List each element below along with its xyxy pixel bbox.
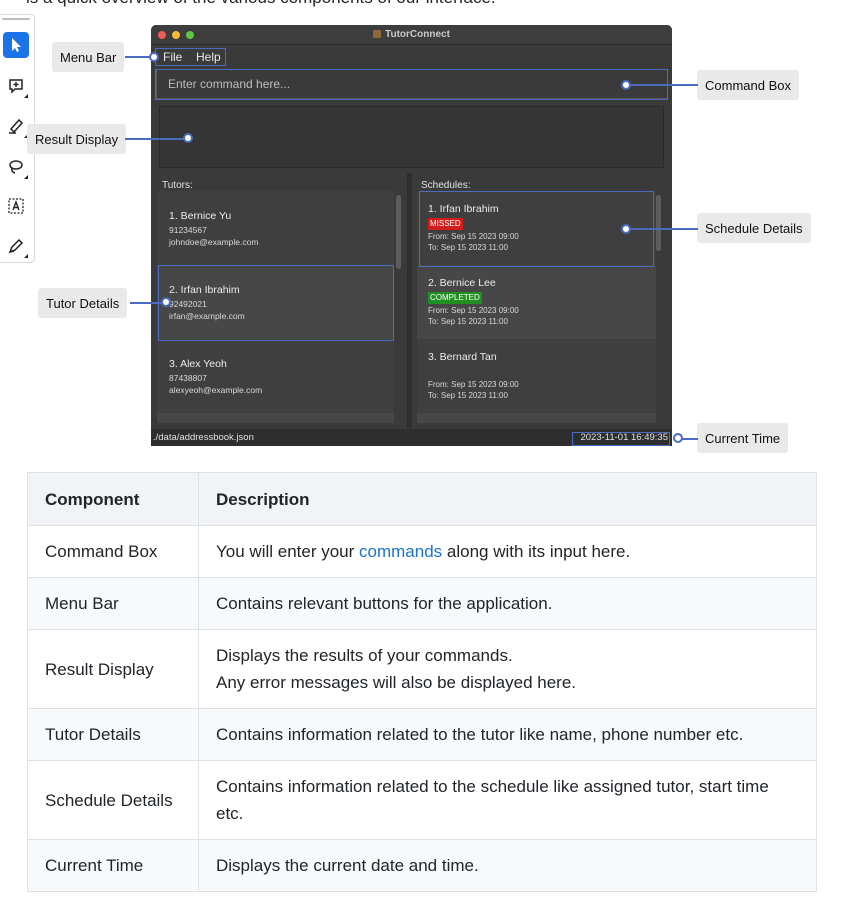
menu-bar: File Help <box>151 46 672 68</box>
callout-connector <box>628 228 698 230</box>
commands-link[interactable]: commands <box>359 542 442 561</box>
component-cell: Command Box <box>27 525 199 578</box>
tutor-email: johndoe@example.com <box>169 237 259 247</box>
description-cell: Contains relevant buttons for the applic… <box>198 577 817 630</box>
toolbar-handle[interactable] <box>2 18 30 20</box>
table-row: Schedule Details Contains information re… <box>27 760 817 840</box>
description-cell: You will enter your commands along with … <box>198 525 817 578</box>
window-title: TutorConnect <box>151 29 672 40</box>
callout-anchor <box>149 52 159 62</box>
description-text: along with its input here. <box>442 542 631 561</box>
description-text: You will enter your <box>216 542 360 561</box>
result-display-callout: Result Display <box>27 124 127 154</box>
table-header-row: Component Description <box>27 472 817 526</box>
table-row: Result Display Displays the results of y… <box>27 629 817 709</box>
table-row: Command Box You will enter your commands… <box>27 525 817 578</box>
tutor-name: 2. Irfan Ibrahim <box>169 284 240 296</box>
component-cell: Tutor Details <box>27 708 199 761</box>
tutor-phone: 92492021 <box>169 299 207 309</box>
component-cell: Result Display <box>27 629 199 709</box>
title-bar: TutorConnect <box>151 25 672 45</box>
status-file-path: ./data/addressbook.json <box>153 432 254 443</box>
panel-divider[interactable] <box>407 173 412 428</box>
status-bar: ./data/addressbook.json 2023-11-01 16:49… <box>151 429 672 446</box>
callout-anchor <box>183 133 193 143</box>
tutor-name: 3. Alex Yeoh <box>169 358 227 370</box>
callout-connector <box>125 138 187 140</box>
tutor-list-scrollbar[interactable] <box>396 195 401 269</box>
column-header-component: Component <box>27 472 199 526</box>
tutor-card[interactable]: 3. Alex Yeoh 87438807 alexyeoh@example.c… <box>157 339 394 413</box>
callout-anchor <box>161 297 171 307</box>
table-row: Current Time Displays the current date a… <box>27 839 817 892</box>
current-time-callout: Current Time <box>697 423 789 453</box>
status-badge: MISSED <box>428 218 463 230</box>
pointer-icon[interactable] <box>3 32 29 58</box>
menu-file[interactable]: File <box>163 50 182 64</box>
schedule-name: 1. Irfan Ibrahim <box>428 203 499 215</box>
intro-text: is a quick overview of the various compo… <box>26 0 496 8</box>
schedule-to: To: Sep 15 2023 11:00 <box>428 317 508 326</box>
tutor-email: irfan@example.com <box>169 311 245 321</box>
text-select-icon[interactable] <box>3 193 29 219</box>
description-text: Displays the results of your commands. <box>216 646 513 665</box>
tutor-list: 1. Bernice Yu 91234567 johndoe@example.c… <box>157 191 394 423</box>
app-window: TutorConnect File Help Tutors: Schedules… <box>151 25 672 446</box>
callout-anchor <box>673 433 683 443</box>
pen-icon[interactable] <box>3 233 29 259</box>
command-input[interactable] <box>158 71 658 97</box>
description-cell: Displays the results of your commands. An… <box>198 629 817 709</box>
schedule-card[interactable] <box>417 413 656 423</box>
page: is a quick overview of the various compo… <box>0 0 855 922</box>
schedule-from: From: Sep 15 2023 09:00 <box>428 306 519 315</box>
callout-anchor <box>621 80 631 90</box>
highlighter-icon[interactable] <box>3 113 29 139</box>
schedules-label: Schedules: <box>421 180 471 191</box>
description-cell: Contains information related to the tuto… <box>198 708 817 761</box>
schedule-list-scrollbar[interactable] <box>656 195 661 251</box>
schedule-details-callout: Schedule Details <box>697 213 811 243</box>
command-box-callout: Command Box <box>697 70 799 100</box>
tutor-details-callout: Tutor Details <box>38 288 128 318</box>
schedule-name: 3. Bernard Tan <box>428 351 497 363</box>
lasso-icon[interactable] <box>3 154 29 180</box>
tutor-card[interactable]: 1. Bernice Yu 91234567 johndoe@example.c… <box>157 191 394 265</box>
component-cell: Current Time <box>27 839 199 892</box>
tutor-card[interactable]: 2. Irfan Ibrahim 92492021 irfan@example.… <box>157 265 394 339</box>
result-display <box>159 106 664 168</box>
schedule-card[interactable]: 3. Bernard Tan From: Sep 15 2023 09:00 T… <box>417 339 656 413</box>
schedule-card[interactable]: 2. Bernice Lee COMPLETED From: Sep 15 20… <box>417 265 656 339</box>
schedule-from: From: Sep 15 2023 09:00 <box>428 232 519 241</box>
schedule-to: To: Sep 15 2023 11:00 <box>428 391 508 400</box>
tutors-label: Tutors: <box>162 180 193 191</box>
menu-help[interactable]: Help <box>196 50 221 64</box>
status-badge: COMPLETED <box>428 292 482 304</box>
schedule-from: From: Sep 15 2023 09:00 <box>428 380 519 389</box>
tutor-email: alexyeoh@example.com <box>169 385 263 395</box>
schedule-name: 2. Bernice Lee <box>428 277 496 289</box>
schedule-to: To: Sep 15 2023 11:00 <box>428 243 508 252</box>
current-time: 2023-11-01 16:49:35 <box>580 432 668 443</box>
description-text: Any error messages will also be displaye… <box>216 673 577 692</box>
app-icon <box>373 30 382 38</box>
table-row: Tutor Details Contains information relat… <box>27 708 817 761</box>
tutor-phone: 91234567 <box>169 225 207 235</box>
command-box <box>156 69 668 99</box>
menu-bar-callout: Menu Bar <box>52 42 125 72</box>
component-cell: Schedule Details <box>27 760 199 840</box>
comment-icon[interactable] <box>3 73 29 99</box>
description-cell: Displays the current date and time. <box>198 839 817 892</box>
description-cell: Contains information related to the sche… <box>198 760 817 840</box>
component-cell: Menu Bar <box>27 577 199 630</box>
callout-connector <box>130 302 164 304</box>
components-table: Component Description Command Box You wi… <box>27 472 817 892</box>
callout-connector <box>628 84 698 86</box>
column-header-description: Description <box>198 472 817 526</box>
tutor-name: 1. Bernice Yu <box>169 210 232 222</box>
table-row: Menu Bar Contains relevant buttons for t… <box>27 577 817 630</box>
tutor-card[interactable] <box>157 413 394 423</box>
tutor-phone: 87438807 <box>169 373 207 383</box>
callout-anchor <box>621 224 631 234</box>
schedule-list: 1. Irfan Ibrahim MISSED From: Sep 15 202… <box>417 191 656 423</box>
